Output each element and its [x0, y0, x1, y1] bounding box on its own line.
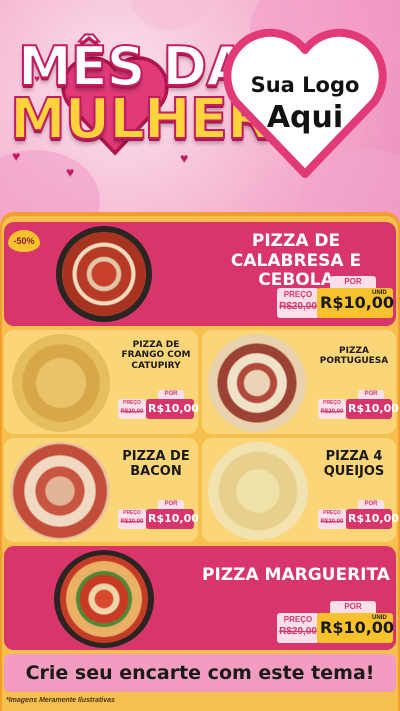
por-label: POR: [330, 276, 376, 288]
pizza-bacon-image: [10, 442, 110, 540]
unit-label: UNID: [372, 290, 387, 296]
old-price-box: PREÇO R$20,00: [277, 288, 319, 318]
product-name: PIZZA 4 QUEIJOS: [323, 449, 385, 479]
por-label: POR: [358, 500, 384, 509]
old-price: R$20,00: [320, 519, 344, 525]
product-name: PIZZA DE BACON: [122, 449, 190, 479]
old-price: R$20,00: [320, 409, 344, 415]
price: R$10,00: [148, 402, 199, 415]
preco-label: PREÇO: [283, 290, 313, 299]
hero-banner: MÊS DA MULHER ♥ ♥ ♥ ♥ Sua Logo Aqui: [0, 0, 400, 222]
old-price: R$20,00: [120, 409, 144, 415]
price-box: R$10,00: [346, 399, 399, 419]
preco-label: PREÇO: [323, 510, 341, 516]
discount-badge: -50%: [8, 230, 40, 252]
heart-icon: ♥: [34, 74, 40, 85]
price-box: R$10,00: [346, 509, 399, 529]
price: R$10,00: [348, 512, 399, 525]
pizza-calabresa-image: [62, 232, 146, 316]
pizza-portuguesa-image: [208, 334, 306, 432]
pizza-frango-image: [12, 334, 110, 432]
pizza-4-queijos-image: [208, 442, 308, 540]
old-price-box: PREÇO R$20,00: [318, 399, 346, 419]
logo-placeholder-line-1: Sua Logo: [250, 73, 360, 97]
por-label: POR: [358, 390, 384, 399]
old-price-box: PREÇO R$20,00: [118, 399, 146, 419]
product-name: PIZZA PORTUGUESA: [319, 346, 389, 367]
preco-label: PREÇO: [123, 510, 141, 516]
price-box: R$10,00: [146, 399, 199, 419]
por-label: POR: [330, 601, 376, 613]
old-price-box: PREÇO R$20,00: [318, 509, 346, 529]
price: R$10,00: [148, 512, 199, 525]
flower-decoration: [130, 0, 210, 30]
footnote: *Imagens Meramente Ilustrativas: [6, 697, 115, 704]
old-price-box: PREÇO R$20,00: [118, 509, 146, 529]
cta-banner[interactable]: Crie seu encarte com este tema!: [4, 654, 396, 692]
por-label: POR: [158, 390, 184, 399]
preco-label: PREÇO: [323, 400, 341, 406]
old-price: R$20,00: [279, 301, 317, 312]
unit-label: UNID: [372, 615, 387, 621]
pizza-marguerita-image: [60, 555, 148, 643]
preco-label: PREÇO: [123, 400, 141, 406]
old-price: R$20,00: [279, 626, 317, 637]
price: R$10,00: [348, 402, 399, 415]
product-name: PIZZA DE FRANGO COM CATUPIRY: [121, 340, 191, 371]
title-line-1: MÊS DA: [17, 35, 249, 98]
old-price: R$20,00: [120, 519, 144, 525]
preco-label: PREÇO: [283, 615, 313, 624]
product-name: PIZZA MARGUERITA: [202, 565, 390, 585]
price-box: R$10,00: [146, 509, 199, 529]
por-label: POR: [158, 500, 184, 509]
heart-icon: ♥: [66, 164, 75, 180]
heart-icon: ♥: [12, 148, 21, 164]
old-price-box: PREÇO R$20,00: [277, 613, 319, 643]
heart-icon: ♥: [180, 150, 189, 166]
logo-placeholder-line-2: Aqui: [266, 100, 344, 135]
